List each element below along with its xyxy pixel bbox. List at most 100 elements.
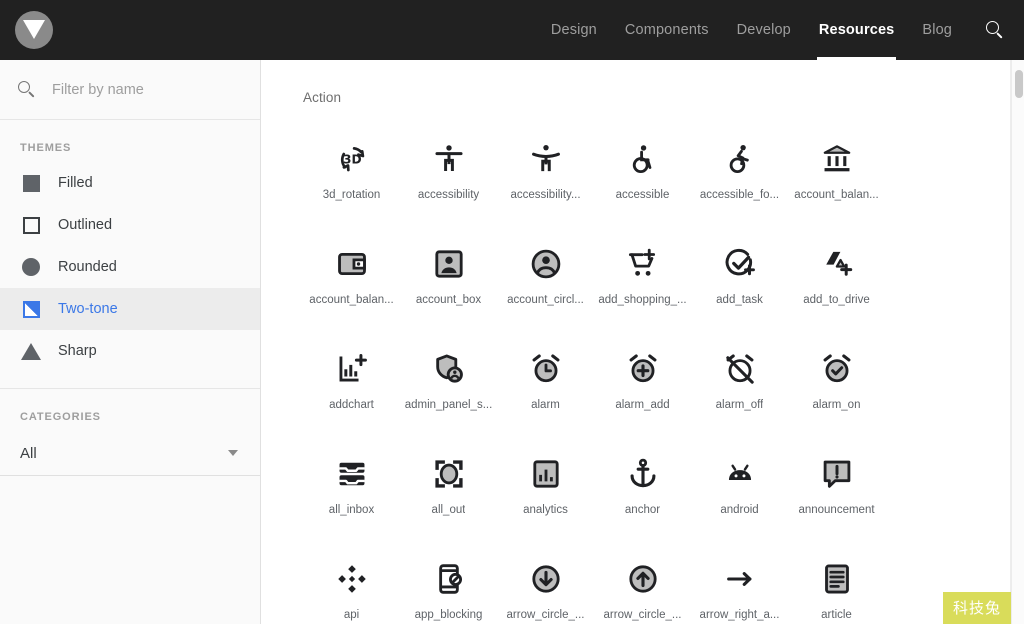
icon-cell[interactable]: announcement bbox=[788, 438, 885, 543]
icon-cell[interactable]: admin_panel_s... bbox=[400, 333, 497, 438]
icon-label: all_out bbox=[432, 504, 466, 516]
icon-cell[interactable]: analytics bbox=[497, 438, 594, 543]
nav-item-resources[interactable]: Resources bbox=[805, 0, 909, 60]
material-logo[interactable] bbox=[4, 0, 64, 60]
theme-item-label: Outlined bbox=[58, 217, 112, 233]
icon-cell[interactable]: accessibility bbox=[400, 123, 497, 228]
nav-item-components[interactable]: Components bbox=[611, 0, 723, 60]
filter-by-name-row[interactable] bbox=[0, 60, 260, 120]
filled-square-icon bbox=[20, 172, 42, 194]
icon-cell[interactable]: addchart bbox=[303, 333, 400, 438]
category-select[interactable]: All bbox=[0, 431, 260, 475]
icon-cell[interactable]: account_box bbox=[400, 228, 497, 333]
api-icon bbox=[330, 557, 374, 601]
search-icon bbox=[18, 81, 36, 99]
theme-item-label: Two-tone bbox=[58, 301, 118, 317]
scrollbar-thumb[interactable] bbox=[1015, 70, 1023, 98]
arrow-right-alt-icon bbox=[718, 557, 762, 601]
icon-label: add_to_drive bbox=[803, 294, 870, 306]
theme-item-two-tone[interactable]: Two-tone bbox=[0, 288, 260, 330]
icon-cell[interactable]: 3D3d_rotation bbox=[303, 123, 400, 228]
analytics-icon bbox=[524, 452, 568, 496]
accessible-icon bbox=[621, 137, 665, 181]
icon-cell[interactable]: accessibility... bbox=[497, 123, 594, 228]
icon-cell[interactable]: arrow_right_a... bbox=[691, 543, 788, 624]
search-icon bbox=[986, 21, 1005, 40]
icon-cell[interactable]: arrow_circle_... bbox=[497, 543, 594, 624]
account-balance-icon bbox=[815, 137, 859, 181]
icon-label: arrow_right_a... bbox=[700, 609, 780, 621]
icon-cell[interactable]: alarm_on bbox=[788, 333, 885, 438]
icon-cell[interactable]: add_shopping_... bbox=[594, 228, 691, 333]
icon-cell[interactable]: accessible_fo... bbox=[691, 123, 788, 228]
account-balance-wallet-icon bbox=[330, 242, 374, 286]
themes-list: Filled Outlined Rounded Two-tone Sharp bbox=[0, 162, 260, 378]
category-select-value: All bbox=[20, 445, 37, 462]
all-out-icon bbox=[427, 452, 471, 496]
alarm-add-icon bbox=[621, 347, 665, 391]
3d-rotation-icon: 3D bbox=[330, 137, 374, 181]
icon-cell[interactable]: anchor bbox=[594, 438, 691, 543]
icon-label: admin_panel_s... bbox=[405, 399, 493, 411]
icon-cell[interactable]: alarm_off bbox=[691, 333, 788, 438]
material-logo-circle-icon bbox=[15, 11, 53, 49]
icon-label: account_circl... bbox=[507, 294, 584, 306]
theme-item-filled[interactable]: Filled bbox=[0, 162, 260, 204]
theme-item-rounded[interactable]: Rounded bbox=[0, 246, 260, 288]
icon-label: arrow_circle_... bbox=[604, 609, 682, 621]
theme-item-sharp[interactable]: Sharp bbox=[0, 330, 260, 372]
alarm-on-icon bbox=[815, 347, 859, 391]
icon-cell[interactable]: all_out bbox=[400, 438, 497, 543]
theme-item-outlined[interactable]: Outlined bbox=[0, 204, 260, 246]
material-logo-triangle-icon bbox=[23, 20, 45, 39]
icon-cell[interactable]: account_balan... bbox=[303, 228, 400, 333]
nav-search-button[interactable] bbox=[966, 0, 1024, 60]
announcement-icon bbox=[815, 452, 859, 496]
icon-cell[interactable]: alarm bbox=[497, 333, 594, 438]
add-task-icon bbox=[718, 242, 762, 286]
icon-label: announcement bbox=[798, 504, 874, 516]
icon-cell[interactable]: account_circl... bbox=[497, 228, 594, 333]
themes-heading: THEMES bbox=[0, 120, 260, 162]
icon-label: alarm bbox=[531, 399, 560, 411]
article-icon bbox=[815, 557, 859, 601]
nav-item-list: DesignComponentsDevelopResourcesBlog bbox=[537, 0, 966, 60]
nav-item-blog[interactable]: Blog bbox=[908, 0, 966, 60]
accessibility-new-icon bbox=[524, 137, 568, 181]
icon-label: account_box bbox=[416, 294, 481, 306]
icon-label: alarm_on bbox=[813, 399, 861, 411]
icon-label: accessible bbox=[616, 189, 670, 201]
accessible-forward-icon bbox=[718, 137, 762, 181]
icon-label: analytics bbox=[523, 504, 568, 516]
two-tone-square-icon bbox=[20, 298, 42, 320]
icon-cell[interactable]: add_to_drive bbox=[788, 228, 885, 333]
icon-cell[interactable]: alarm_add bbox=[594, 333, 691, 438]
all-inbox-icon bbox=[330, 452, 374, 496]
icon-cell[interactable]: app_blocking bbox=[400, 543, 497, 624]
icon-cell[interactable]: article bbox=[788, 543, 885, 624]
icon-cell[interactable]: add_task bbox=[691, 228, 788, 333]
icon-cell[interactable]: all_inbox bbox=[303, 438, 400, 543]
nav-item-develop[interactable]: Develop bbox=[723, 0, 805, 60]
top-navigation-bar: DesignComponentsDevelopResourcesBlog bbox=[0, 0, 1024, 60]
icon-cell[interactable]: android bbox=[691, 438, 788, 543]
icon-browser-content: Action 3D3d_rotationaccessibilityaccessi… bbox=[261, 60, 1011, 624]
sharp-triangle-icon bbox=[20, 340, 42, 362]
svg-text:3D: 3D bbox=[342, 153, 361, 167]
android-icon bbox=[718, 452, 762, 496]
icon-cell[interactable]: accessible bbox=[594, 123, 691, 228]
icon-label: all_inbox bbox=[329, 504, 374, 516]
watermark-badge: 科技兔 bbox=[943, 592, 1011, 624]
arrow-circle-down-icon bbox=[524, 557, 568, 601]
icon-cell[interactable]: arrow_circle_... bbox=[594, 543, 691, 624]
sidebar: THEMES Filled Outlined Rounded Two-tone Shar… bbox=[0, 60, 261, 624]
icon-label: accessibility bbox=[418, 189, 479, 201]
icon-cell[interactable]: api bbox=[303, 543, 400, 624]
vertical-scrollbar[interactable] bbox=[1011, 60, 1024, 624]
theme-item-label: Sharp bbox=[58, 343, 97, 359]
add-shopping-cart-icon bbox=[621, 242, 665, 286]
icon-cell[interactable]: account_balan... bbox=[788, 123, 885, 228]
nav-item-design[interactable]: Design bbox=[537, 0, 611, 60]
filter-input[interactable] bbox=[52, 82, 232, 98]
icon-label: accessibility... bbox=[510, 189, 580, 201]
